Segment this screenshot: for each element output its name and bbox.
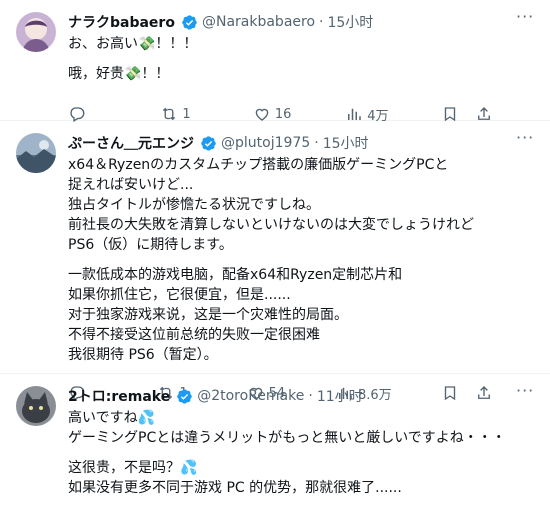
verified-badge-icon — [181, 14, 198, 31]
verified-badge-icon — [200, 135, 217, 152]
tweet-text-original: お、お高い💸！！！ — [68, 36, 198, 52]
tweet-text-translated: 哦，好贵💸！！ — [68, 66, 170, 82]
avatar[interactable] — [16, 133, 56, 173]
more-icon[interactable]: ··· — [516, 130, 534, 151]
author-handle[interactable]: @2toroRemake — [197, 388, 304, 404]
separator: · — [308, 388, 313, 404]
retweet-count: 1 — [182, 106, 191, 122]
tweet[interactable]: 2トロ:remake @2toroRemake · 11小时 高いですね💦 ゲー… — [0, 374, 550, 526]
timestamp[interactable]: 11小时 — [317, 386, 363, 406]
tweet-text-original: 高いですね💦 ゲーミングPCとは違うメリットがもっと無いと厳しいですよね・・・ — [68, 410, 506, 446]
separator: · — [314, 135, 319, 151]
tweet-text-translated: 一款低成本的游戏电脑，配备x64和Ryzen定制芯片和 如果你抓住它，它很便宜，… — [68, 267, 403, 363]
timestamp[interactable]: 15小时 — [323, 133, 369, 153]
avatar[interactable] — [16, 12, 56, 52]
timestamp[interactable]: 15小时 — [327, 12, 373, 32]
separator: · — [319, 14, 324, 30]
author-name[interactable]: 2トロ:remake — [68, 386, 170, 406]
author-name[interactable]: ナラクbabaero — [68, 12, 175, 32]
author-name[interactable]: ぷーさん＿元エンジ — [68, 133, 194, 153]
tweet[interactable]: ぷーさん＿元エンジ @plutoj1975 · 15小时 x64＆Ryzenのカ… — [0, 121, 550, 403]
avatar[interactable] — [16, 386, 56, 426]
more-icon[interactable]: ··· — [516, 9, 534, 30]
like-count: 16 — [274, 106, 292, 122]
tweet-text-translated: 这很贵，不是吗？💦 如果没有更多不同于游戏 PC 的优势，那就很难了...... — [68, 460, 402, 496]
more-icon[interactable]: ··· — [516, 383, 534, 404]
verified-badge-icon — [176, 388, 193, 405]
tweet[interactable]: ナラクbabaero @Narakbabaero · 15小时 お、お高い💸！！… — [0, 0, 550, 124]
author-handle[interactable]: @plutoj1975 — [221, 135, 310, 151]
author-handle[interactable]: @Narakbabaero — [202, 14, 315, 30]
tweet-text-original: x64＆Ryzenのカスタムチップ搭載の廉価版ゲーミングPCと 捉えれば安いけど… — [68, 157, 474, 253]
